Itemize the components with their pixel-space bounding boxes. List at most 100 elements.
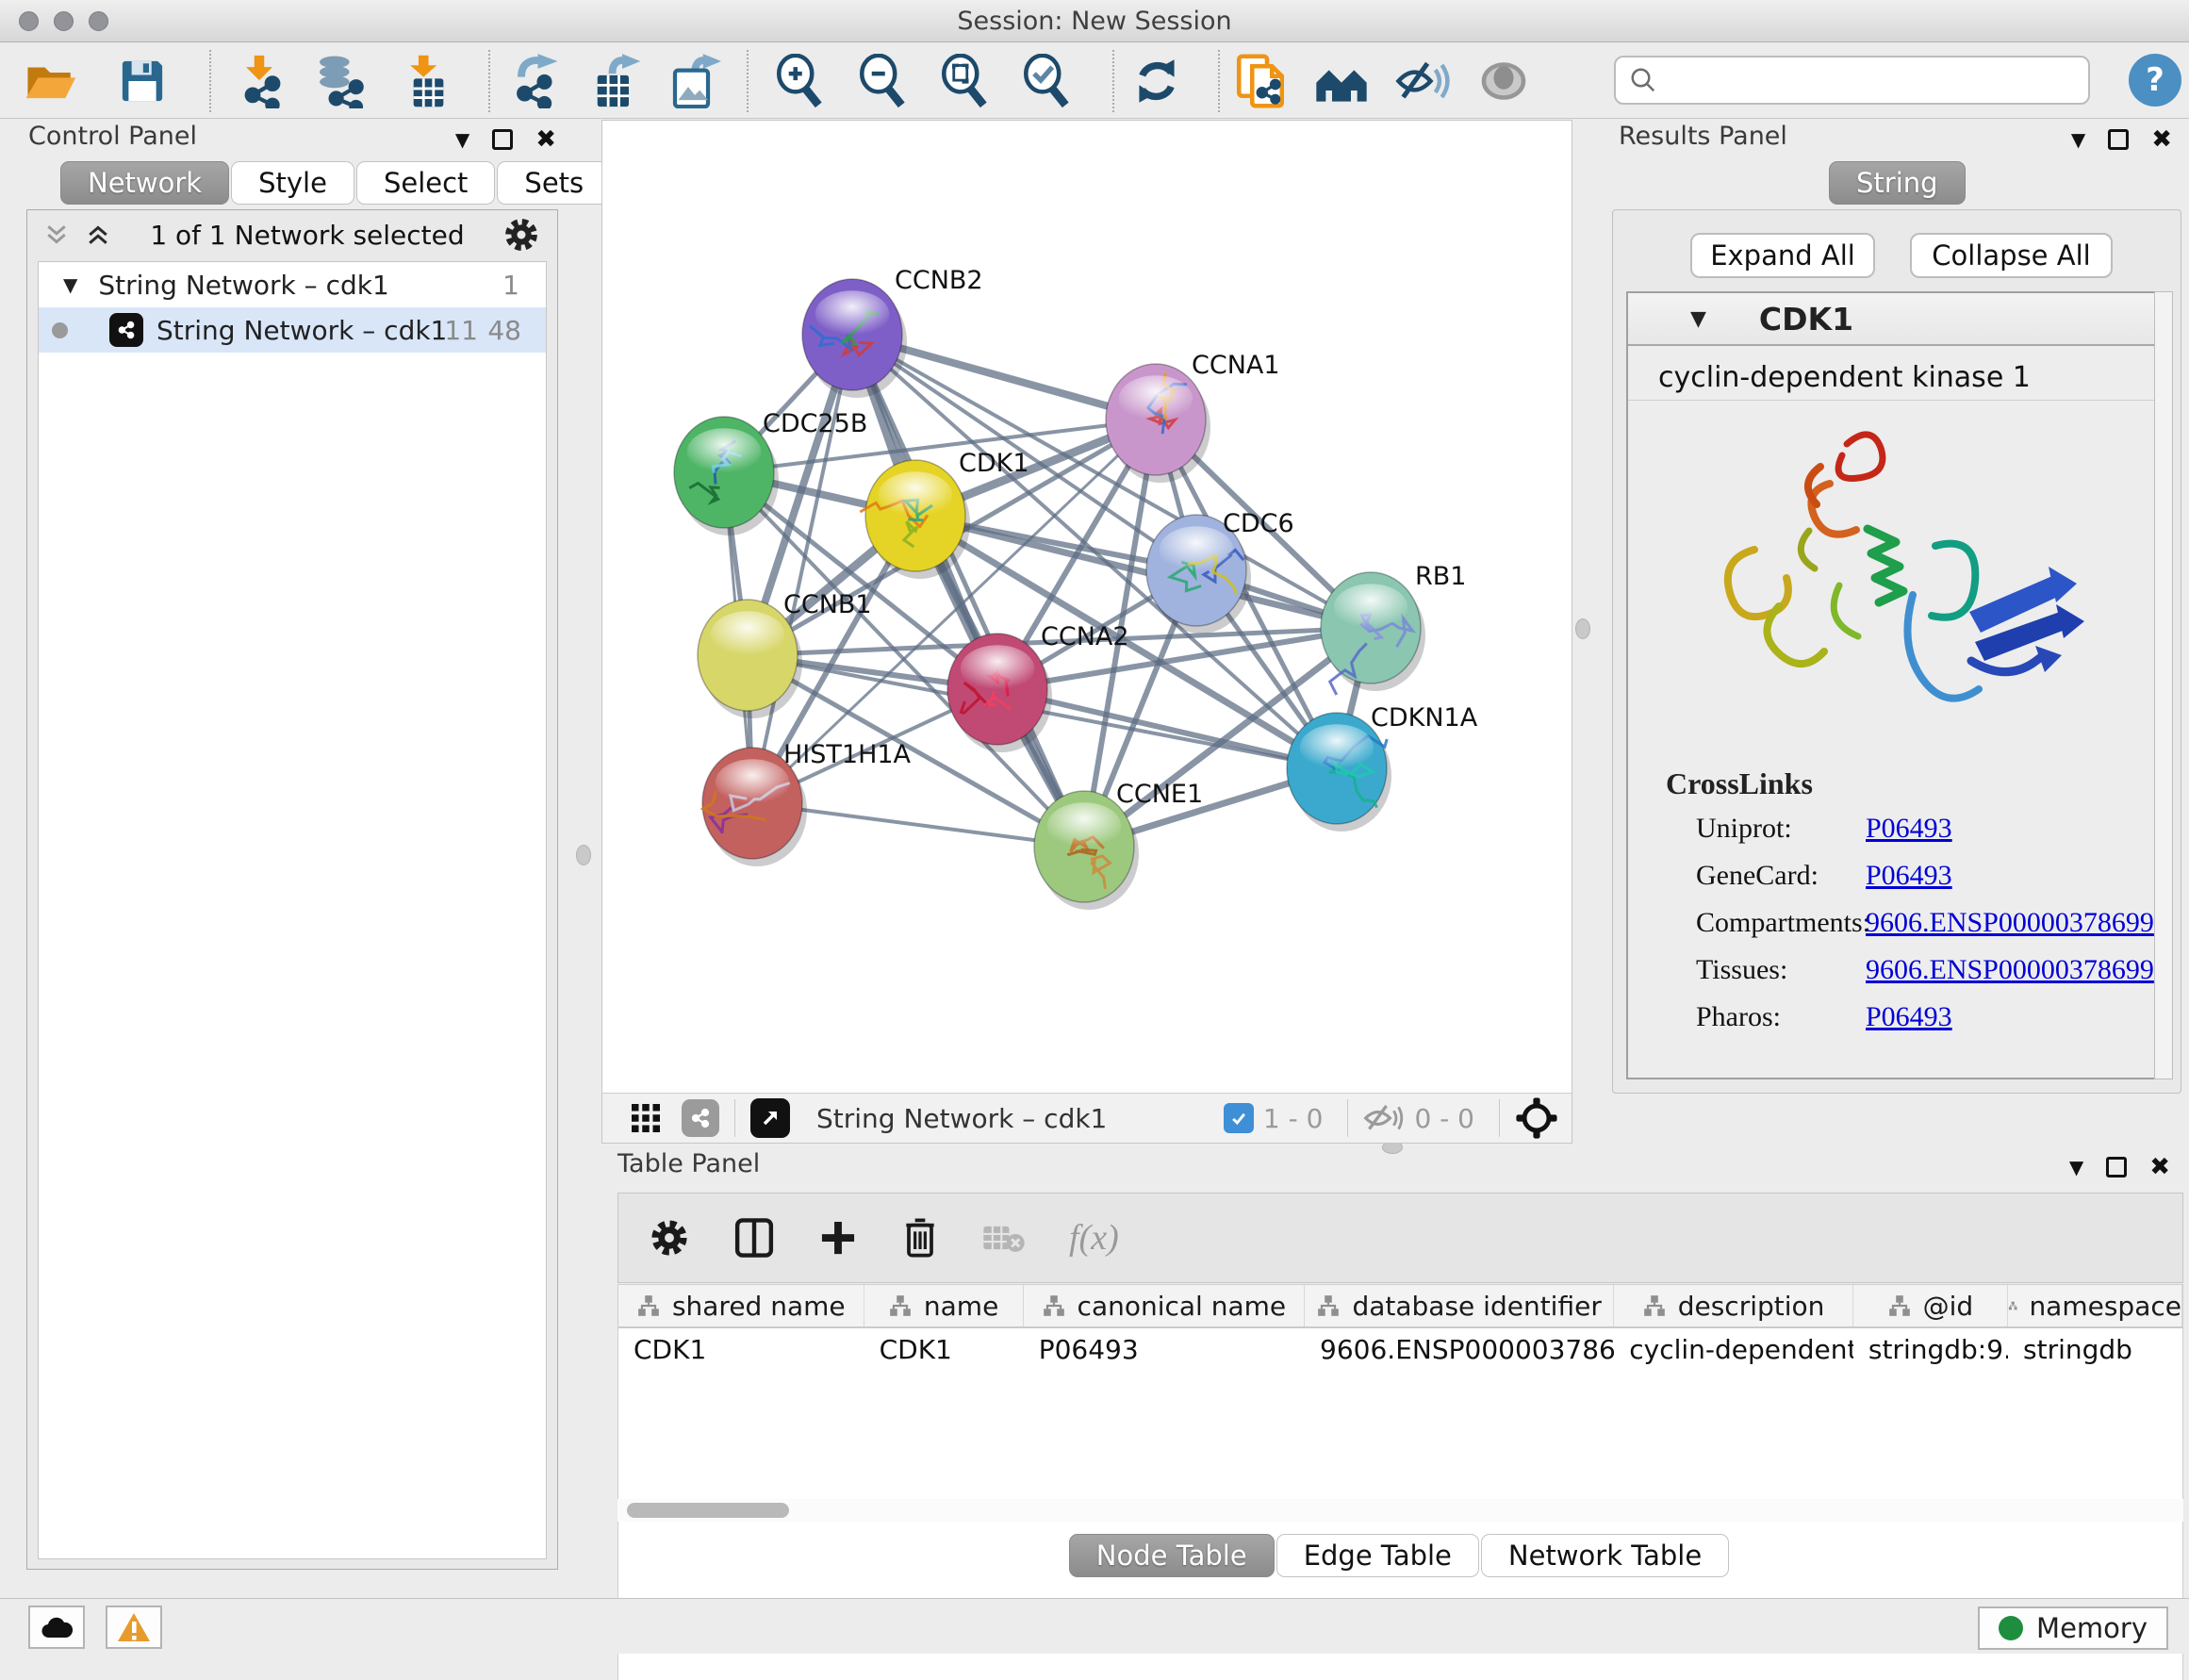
crosslink-link[interactable]: 9606.ENSP00000378699	[1866, 954, 2154, 986]
column-header-name[interactable]: name	[864, 1285, 1024, 1326]
network-collection-row[interactable]: ▼ String Network – cdk1 1	[39, 262, 546, 307]
panel-float-icon[interactable]	[2108, 129, 2129, 150]
network-node-RB1[interactable]	[1321, 572, 1425, 695]
table-cell[interactable]: CDK1	[618, 1328, 864, 1372]
tab-node-table[interactable]: Node Table	[1069, 1534, 1275, 1577]
panel-menu-icon[interactable]: ▼	[2069, 1156, 2083, 1178]
panel-close-icon[interactable]: ✖	[2149, 1153, 2170, 1181]
search-field[interactable]	[1614, 56, 2090, 105]
search-input[interactable]	[1667, 65, 2075, 95]
table-cell[interactable]: stringdb	[2008, 1328, 2182, 1372]
open-session-button[interactable]	[21, 52, 79, 110]
expand-all-networks-icon[interactable]	[84, 221, 112, 249]
column-header-description[interactable]: description	[1614, 1285, 1853, 1326]
edge-CCNB2-HIST1H1A[interactable]	[752, 335, 852, 803]
tab-select[interactable]: Select	[356, 161, 495, 205]
delete-table-icon[interactable]	[982, 1221, 1026, 1255]
results-scrollbar[interactable]	[2154, 291, 2173, 1079]
network-node-CCNA1[interactable]	[1106, 364, 1210, 483]
hidden-eye-slash-icon[interactable]	[1363, 1102, 1405, 1134]
table-cell[interactable]: cyclin-dependent ...	[1614, 1328, 1853, 1372]
table-cell[interactable]: stringdb:9...	[1853, 1328, 2008, 1372]
warnings-button[interactable]	[106, 1606, 162, 1649]
tab-network-table[interactable]: Network Table	[1481, 1534, 1729, 1577]
save-icon	[118, 57, 167, 106]
apply-layout-button[interactable]	[1127, 52, 1186, 110]
birdseye-view-icon[interactable]	[750, 1098, 790, 1138]
table-cell[interactable]: CDK1	[864, 1328, 1024, 1372]
table-horizontal-scrollbar[interactable]	[617, 1499, 2183, 1522]
panel-menu-icon[interactable]: ▼	[455, 128, 469, 151]
zoom-fit-button[interactable]	[936, 52, 995, 110]
network-graph: CCNB2CCNA1CDC25BCDK1CDC6RB1CCNB1CCNA2CDK…	[602, 121, 1572, 1093]
network-list: ▼ String Network – cdk1 1 String Network…	[38, 261, 547, 1559]
column-header-@id[interactable]: @id	[1853, 1285, 2008, 1326]
network-options-gear-icon[interactable]	[502, 216, 540, 254]
grid-view-icon[interactable]	[629, 1101, 663, 1135]
expand-all-button[interactable]: Expand All	[1690, 233, 1875, 278]
table-row[interactable]: CDK1CDK1P064939606.ENSP00000378699cyclin…	[618, 1328, 2182, 1372]
crosslink-link[interactable]: P06493	[1866, 860, 1952, 892]
import-network-file-button[interactable]	[230, 52, 288, 110]
network-canvas[interactable]: CCNB2CCNA1CDC25BCDK1CDC6RB1CCNB1CCNA2CDK…	[601, 120, 1572, 1144]
delete-column-trash-icon[interactable]	[901, 1216, 939, 1260]
edge-CCNB2-CCNE1[interactable]	[852, 335, 1084, 847]
column-header-namespace[interactable]: namespace	[2008, 1285, 2182, 1326]
panel-float-icon[interactable]	[492, 129, 513, 150]
collection-expander-icon[interactable]: ▼	[63, 273, 77, 296]
table-cell[interactable]: 9606.ENSP00000378699	[1305, 1328, 1614, 1372]
crosslink-link[interactable]: P06493	[1866, 813, 1952, 845]
panel-menu-icon[interactable]: ▼	[2071, 128, 2085, 151]
right-splitter-handle[interactable]	[1575, 618, 1590, 639]
function-builder-fx-icon[interactable]: f(x)	[1069, 1217, 1119, 1259]
tab-style[interactable]: Style	[231, 161, 354, 205]
network-row[interactable]: String Network – cdk1 11 48	[39, 307, 546, 353]
clone-network-button[interactable]	[1231, 52, 1290, 110]
export-network-button[interactable]	[505, 52, 564, 110]
collapse-all-networks-icon[interactable]	[42, 221, 71, 249]
crosslink-link[interactable]: P06493	[1866, 1001, 1952, 1033]
column-type-tree-icon	[1042, 1293, 1066, 1318]
zoom-in-button[interactable]	[771, 52, 830, 110]
eye-button[interactable]	[1474, 52, 1533, 110]
panel-close-icon[interactable]: ✖	[2151, 125, 2172, 154]
memory-button[interactable]: Memory	[1978, 1606, 2168, 1650]
column-header-canonical-name[interactable]: canonical name	[1024, 1285, 1305, 1326]
create-column-plus-icon[interactable]	[818, 1218, 858, 1258]
network-overview-button[interactable]	[1312, 52, 1371, 110]
cloud-button[interactable]	[28, 1606, 85, 1649]
column-header-database-identifier[interactable]: database identifier	[1305, 1285, 1614, 1326]
table-options-gear-icon[interactable]	[649, 1217, 690, 1259]
show-columns-icon[interactable]	[733, 1216, 775, 1260]
tab-string[interactable]: String	[1829, 161, 1966, 205]
fit-content-crosshair-icon[interactable]	[1515, 1096, 1558, 1140]
network-node-CCNB2[interactable]	[802, 279, 907, 398]
zoom-selected-button[interactable]	[1018, 52, 1077, 110]
table-cell[interactable]: P06493	[1024, 1328, 1305, 1372]
tab-edge-table[interactable]: Edge Table	[1276, 1534, 1479, 1577]
gene-expander-icon[interactable]: ▼	[1690, 307, 1706, 331]
help-button[interactable]: ?	[2129, 54, 2181, 107]
network-node-CDK1[interactable]	[860, 460, 970, 579]
crosslink-link[interactable]: 9606.ENSP00000378699	[1866, 907, 2154, 939]
import-table-file-button[interactable]	[396, 52, 454, 110]
collapse-all-button[interactable]: Collapse All	[1910, 233, 2113, 278]
tab-network[interactable]: Network	[60, 161, 229, 205]
show-hide-graphics-button[interactable]	[1393, 52, 1452, 110]
table-body: CDK1CDK1P064939606.ENSP00000378699cyclin…	[618, 1328, 2182, 1372]
selected-node-edge-counts: 1 - 0	[1263, 1103, 1324, 1134]
left-splitter-handle[interactable]	[576, 845, 591, 865]
panel-float-icon[interactable]	[2106, 1157, 2127, 1178]
selected-checkbox-icon[interactable]	[1224, 1103, 1254, 1133]
network-node-CCNA2[interactable]	[947, 634, 1052, 752]
import-network-database-button[interactable]	[311, 52, 370, 110]
scrollbar-thumb[interactable]	[627, 1503, 789, 1518]
export-table-button[interactable]	[586, 52, 645, 110]
column-header-shared-name[interactable]: shared name	[618, 1285, 864, 1326]
save-session-button[interactable]	[113, 52, 172, 110]
zoom-out-button[interactable]	[854, 52, 913, 110]
network-view-icon[interactable]	[682, 1099, 719, 1137]
export-image-button[interactable]	[666, 52, 724, 110]
panel-close-icon[interactable]: ✖	[535, 125, 556, 154]
tab-sets[interactable]: Sets	[497, 161, 611, 205]
